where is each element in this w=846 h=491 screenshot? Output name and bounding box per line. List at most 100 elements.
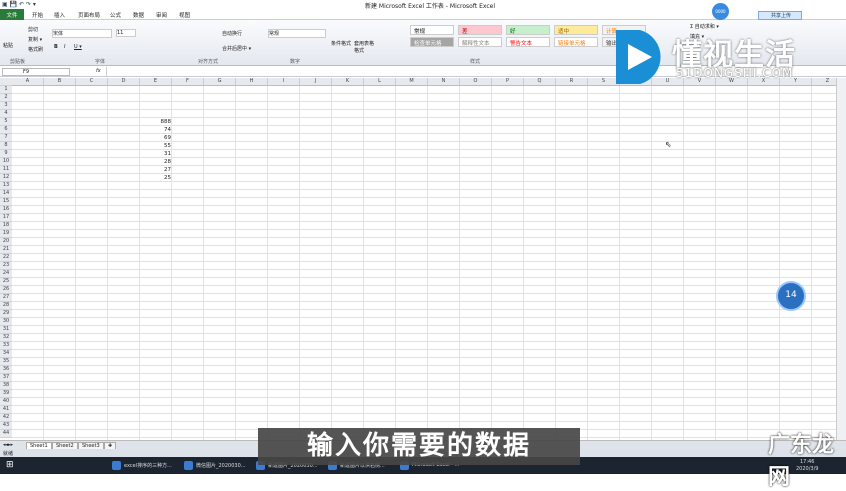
cell-style-3[interactable]: 适中 [554,25,598,35]
row-header[interactable]: 31 [0,326,12,334]
row-header[interactable]: 33 [0,342,12,350]
row-header[interactable]: 25 [0,278,12,286]
cell-E9[interactable]: 31 [140,150,172,158]
row-header[interactable]: 40 [0,398,12,406]
paste-button[interactable]: 粘贴 [3,42,13,49]
tab-formulas[interactable]: 公式 [110,11,121,19]
row-header[interactable]: 6 [0,126,12,134]
row-header[interactable]: 3 [0,102,12,110]
row-header[interactable]: 27 [0,294,12,302]
row-header[interactable]: 18 [0,222,12,230]
format-as-table-button[interactable]: 套用表格格式 [354,40,378,54]
row-header[interactable]: 8 [0,142,12,150]
cell-E5[interactable]: 888 [140,118,172,126]
row-header[interactable]: 7 [0,134,12,142]
row-header[interactable]: 42 [0,414,12,422]
row-header[interactable]: 20 [0,238,12,246]
column-header[interactable]: J [300,78,332,86]
cell-style-0[interactable]: 常规 [410,25,454,35]
column-header[interactable]: I [268,78,300,86]
row-header[interactable]: 44 [0,430,12,438]
cell-style-6[interactable]: 解释性文本 [458,37,502,47]
row-header[interactable]: 19 [0,230,12,238]
row-header[interactable]: 16 [0,206,12,214]
tab-page-layout[interactable]: 页面布局 [78,11,100,19]
row-header[interactable]: 37 [0,374,12,382]
row-header[interactable]: 26 [0,286,12,294]
cell-E10[interactable]: 28 [140,158,172,166]
row-header[interactable]: 12 [0,174,12,182]
column-header[interactable]: D [108,78,140,86]
cell-E11[interactable]: 27 [140,166,172,174]
row-header[interactable]: 23 [0,262,12,270]
column-header[interactable]: Q [524,78,556,86]
row-header[interactable]: 43 [0,422,12,430]
underline-button[interactable]: U ▾ [74,44,82,50]
cell-style-7[interactable]: 警告文本 [506,37,550,47]
format-painter-button[interactable]: 格式刷 [28,46,43,53]
taskbar-item[interactable]: 微信图片_2020030... [182,459,250,472]
font-size-select[interactable]: 11 [116,29,136,37]
tab-home[interactable]: 开始 [32,11,43,19]
column-header[interactable]: K [332,78,364,86]
column-header[interactable]: N [428,78,460,86]
name-box[interactable]: F9 [2,68,70,76]
column-header[interactable]: R [556,78,588,86]
column-header[interactable]: E [140,78,172,86]
column-header[interactable]: M [396,78,428,86]
row-header[interactable]: 32 [0,334,12,342]
copy-button[interactable]: 复制 ▾ [28,36,42,43]
column-header[interactable]: O [460,78,492,86]
cell-E7[interactable]: 69 [140,134,172,142]
italic-button[interactable]: I [64,44,65,50]
select-all-corner[interactable] [0,78,12,86]
autosum-button[interactable]: Σ 自动求和 ▾ [690,23,719,30]
cell-style-8[interactable]: 链接单元格 [554,37,598,47]
tab-insert[interactable]: 插入 [54,11,65,19]
row-header[interactable]: 35 [0,358,12,366]
cell-E8[interactable]: 55 [140,142,172,150]
row-header[interactable]: 24 [0,270,12,278]
column-header[interactable]: F [172,78,204,86]
row-header[interactable]: 10 [0,158,12,166]
column-header[interactable]: Z [812,78,836,86]
start-icon[interactable]: ⊞ [6,460,14,470]
row-header[interactable]: 13 [0,182,12,190]
row-header[interactable]: 17 [0,214,12,222]
tab-review[interactable]: 审阅 [156,11,167,19]
row-header[interactable]: 15 [0,198,12,206]
spreadsheet-grid[interactable]: ABCDEFGHIJKLMNOPQRSTUVWXYZ12345678910111… [0,78,836,440]
row-header[interactable]: 9 [0,150,12,158]
row-header[interactable]: 5 [0,118,12,126]
conditional-format-button[interactable]: 条件格式 [331,40,351,47]
cell-style-2[interactable]: 好 [506,25,550,35]
cell-E6[interactable]: 74 [140,126,172,134]
row-header[interactable]: 22 [0,254,12,262]
speed-badge[interactable]: 14 [776,281,806,311]
row-header[interactable]: 4 [0,110,12,118]
column-header[interactable]: H [236,78,268,86]
row-header[interactable]: 34 [0,350,12,358]
column-header[interactable]: L [364,78,396,86]
cell-style-1[interactable]: 差 [458,25,502,35]
row-header[interactable]: 11 [0,166,12,174]
row-header[interactable]: 38 [0,382,12,390]
column-header[interactable]: G [204,78,236,86]
fx-button[interactable]: fx [96,68,101,74]
font-name-select[interactable]: 宋体 [52,29,112,38]
cell-E12[interactable]: 25 [140,174,172,182]
bold-button[interactable]: B [54,44,58,50]
column-header[interactable]: B [44,78,76,86]
row-header[interactable]: 28 [0,302,12,310]
share-button[interactable]: 共享上传 [758,11,802,20]
taskbar-item[interactable]: excel排序的三种方... [110,459,178,472]
column-header[interactable]: A [12,78,44,86]
vertical-scrollbar[interactable] [836,78,846,440]
tab-view[interactable]: 视图 [179,11,190,19]
tab-data[interactable]: 数据 [133,11,144,19]
column-header[interactable]: C [76,78,108,86]
cell-style-5[interactable]: 检查单元格 [410,37,454,47]
row-header[interactable]: 30 [0,318,12,326]
wrap-text-button[interactable]: 自动换行 [222,30,242,37]
tab-file[interactable]: 文件 [0,9,24,20]
